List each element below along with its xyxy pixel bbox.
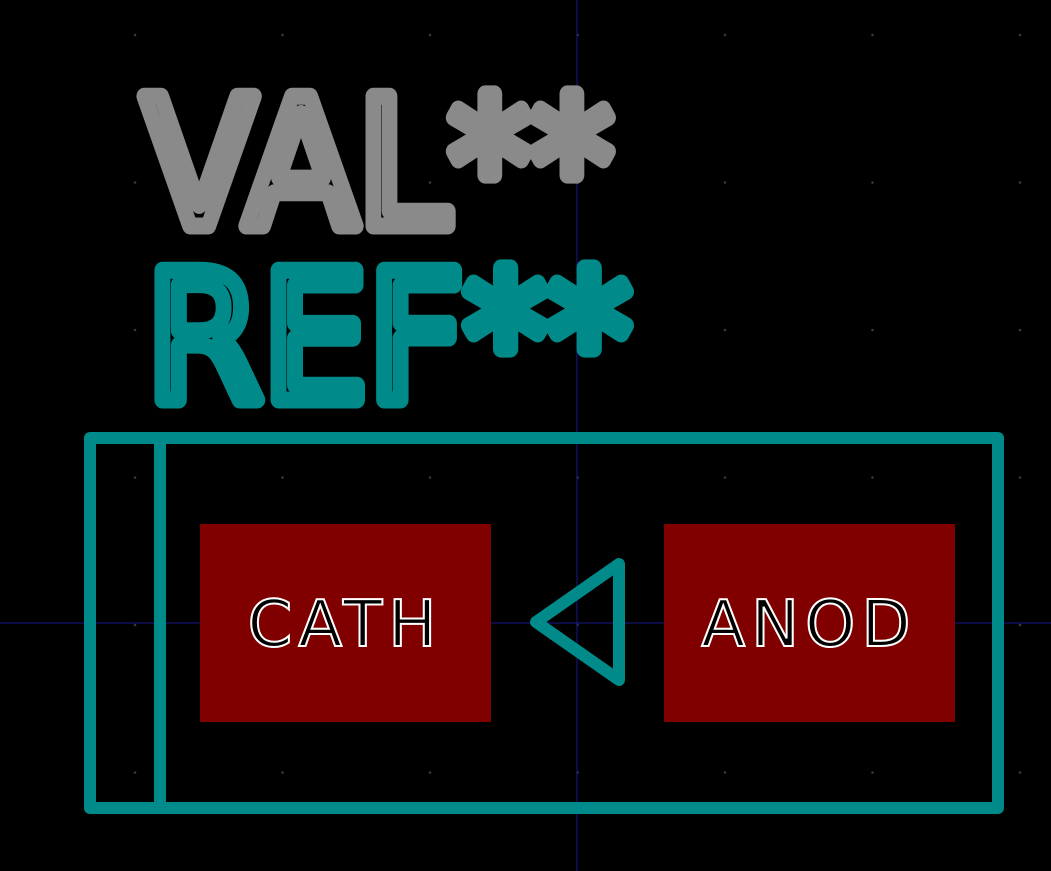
grid-dot	[281, 771, 284, 774]
pad-anode-label: ANOD	[701, 588, 916, 662]
grid-dot	[871, 328, 874, 332]
pad-cathode-label: CATH	[248, 588, 443, 662]
grid-dot	[1018, 771, 1022, 774]
grid-dot	[723, 33, 727, 37]
grid-dot	[1018, 623, 1022, 627]
grid-dot	[133, 33, 137, 37]
reference-label[interactable]: REF**	[138, 227, 640, 451]
grid-dot	[1018, 181, 1022, 184]
grid-dot	[133, 623, 137, 627]
grid-dot	[723, 771, 727, 774]
grid-dot	[871, 476, 874, 479]
grid-dot	[428, 33, 432, 37]
grid-dot	[723, 476, 727, 479]
grid-dot	[133, 771, 137, 774]
grid-dot	[281, 476, 284, 479]
grid-dot	[428, 771, 432, 774]
grid-dot	[871, 771, 874, 774]
grid-dot	[1018, 476, 1022, 479]
grid-dot	[1018, 33, 1022, 37]
grid-dot	[428, 476, 432, 479]
grid-dot	[133, 181, 137, 184]
grid-dot	[723, 181, 727, 184]
pcb-footprint-canvas: VAL** REF** CATH ANOD	[0, 0, 1051, 871]
grid-dot	[1018, 328, 1022, 332]
grid-dot	[281, 33, 284, 37]
grid-dot	[133, 328, 137, 332]
grid-dot	[133, 476, 137, 479]
grid-dot	[723, 328, 727, 332]
grid-dot	[871, 33, 874, 37]
grid-dot	[871, 181, 874, 184]
